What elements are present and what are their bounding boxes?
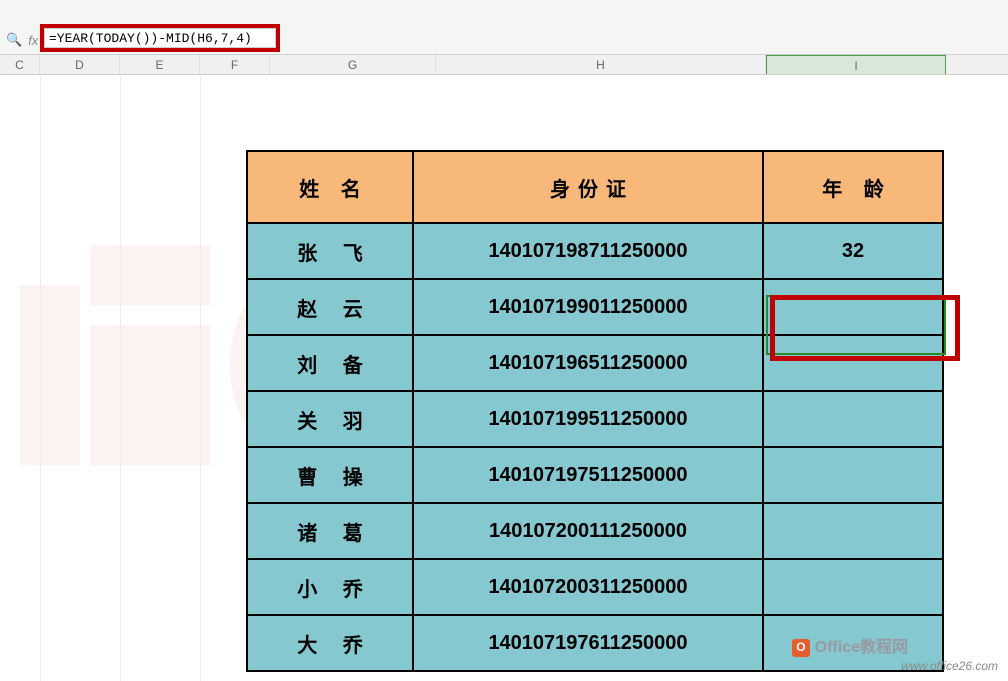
table-row: 张 飞 140107198711250000 32	[247, 223, 943, 279]
gridline	[200, 75, 201, 681]
cell-name[interactable]: 曹 操	[247, 447, 413, 503]
gridline	[120, 75, 121, 681]
table-header-row: 姓 名 身份证 年 龄	[247, 151, 943, 223]
cell-id[interactable]: 140107199011250000	[413, 279, 763, 335]
cell-name[interactable]: 大 乔	[247, 615, 413, 671]
table-row: 小 乔 140107200311250000	[247, 559, 943, 615]
table-row: 诸 葛 140107200111250000	[247, 503, 943, 559]
header-id[interactable]: 身份证	[413, 151, 763, 223]
col-header-E[interactable]: E	[120, 55, 200, 74]
search-icon[interactable]: 🔍	[6, 32, 22, 48]
cell-name[interactable]: 张 飞	[247, 223, 413, 279]
fx-icon[interactable]: fx	[28, 33, 38, 48]
cell-id[interactable]: 140107200311250000	[413, 559, 763, 615]
data-table: 姓 名 身份证 年 龄 张 飞 140107198711250000 32 赵 …	[246, 150, 944, 672]
cell-name[interactable]: 小 乔	[247, 559, 413, 615]
cell-age[interactable]	[763, 503, 943, 559]
cell-age[interactable]	[763, 279, 943, 335]
formula-input[interactable]	[44, 28, 276, 48]
cell-age[interactable]: 32	[763, 223, 943, 279]
cell-name[interactable]: 刘 备	[247, 335, 413, 391]
spreadsheet-grid[interactable]: 姓 名 身份证 年 龄 张 飞 140107198711250000 32 赵 …	[0, 75, 1008, 681]
cell-name[interactable]: 赵 云	[247, 279, 413, 335]
gridline	[40, 75, 41, 681]
column-header-row: C D E F G H I	[0, 55, 1008, 75]
col-header-H[interactable]: H	[436, 55, 766, 74]
col-header-I[interactable]: I	[766, 55, 946, 74]
cell-name[interactable]: 诸 葛	[247, 503, 413, 559]
formula-icons: 🔍 fx	[6, 32, 38, 48]
table-row: 关 羽 140107199511250000	[247, 391, 943, 447]
col-header-C[interactable]: C	[0, 55, 40, 74]
header-age[interactable]: 年 龄	[763, 151, 943, 223]
col-header-G[interactable]: G	[270, 55, 436, 74]
cell-age[interactable]	[763, 447, 943, 503]
url-watermark: www.office26.com	[901, 659, 998, 673]
cell-id[interactable]: 140107198711250000	[413, 223, 763, 279]
cell-id[interactable]: 140107196511250000	[413, 335, 763, 391]
cell-age[interactable]	[763, 559, 943, 615]
cell-age[interactable]	[763, 391, 943, 447]
cell-age[interactable]	[763, 335, 943, 391]
cell-id[interactable]: 140107197611250000	[413, 615, 763, 671]
formula-highlight-box	[40, 24, 280, 52]
office-icon	[792, 639, 810, 657]
col-header-D[interactable]: D	[40, 55, 120, 74]
header-name[interactable]: 姓 名	[247, 151, 413, 223]
table-row: 赵 云 140107199011250000	[247, 279, 943, 335]
cell-id[interactable]: 140107200111250000	[413, 503, 763, 559]
table-row: 曹 操 140107197511250000	[247, 447, 943, 503]
table-row: 刘 备 140107196511250000	[247, 335, 943, 391]
cell-id[interactable]: 140107197511250000	[413, 447, 763, 503]
col-header-F[interactable]: F	[200, 55, 270, 74]
cell-name[interactable]: 关 羽	[247, 391, 413, 447]
cell-id[interactable]: 140107199511250000	[413, 391, 763, 447]
formula-bar-area: 🔍 fx	[0, 0, 1008, 55]
brand-watermark: Office教程网	[792, 633, 908, 657]
